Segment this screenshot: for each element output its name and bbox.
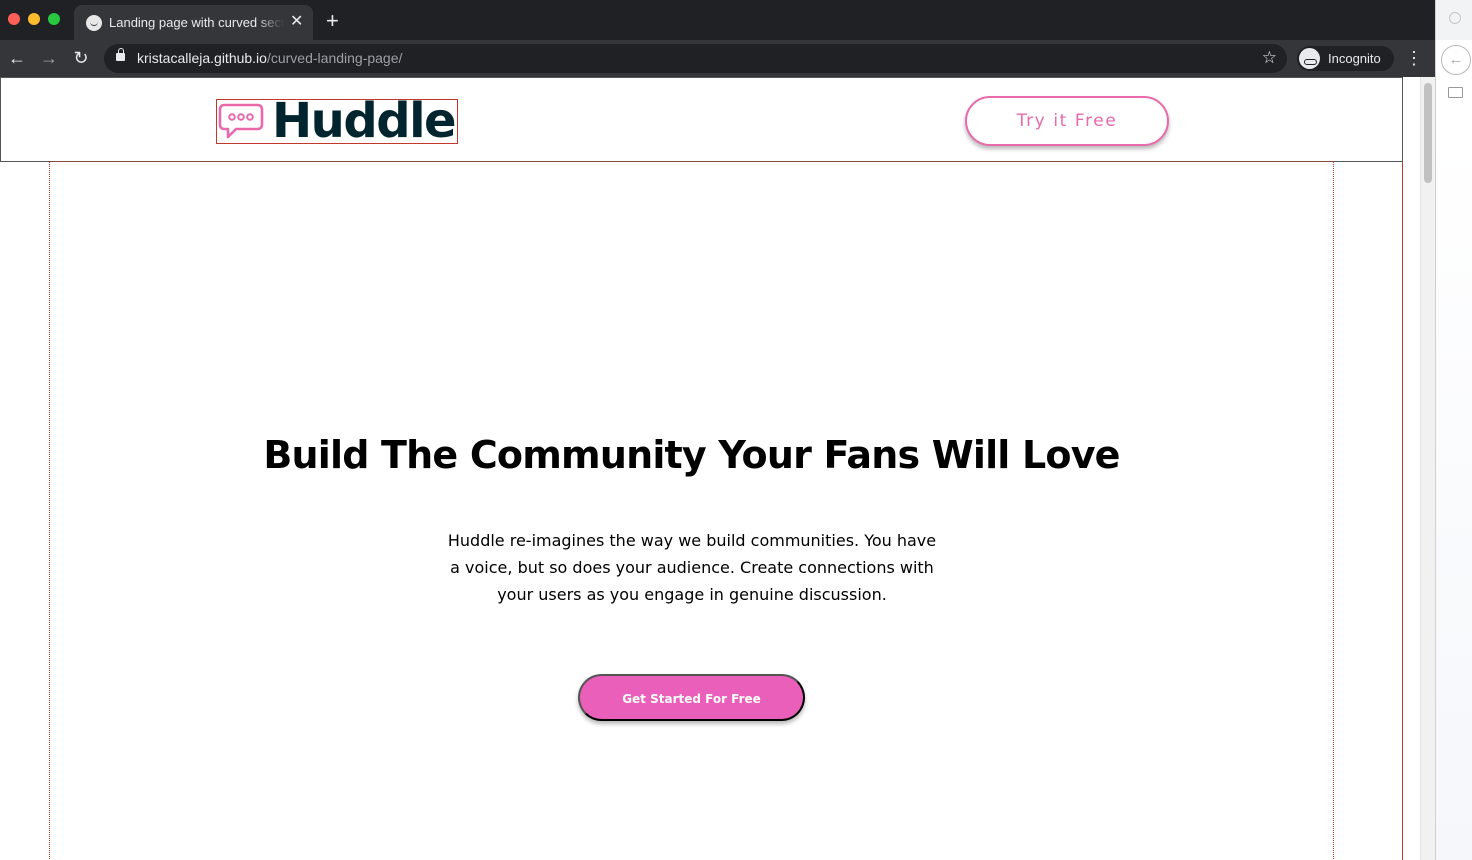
scrollbar-thumb[interactable] bbox=[1424, 83, 1432, 183]
url-text[interactable]: kristacalleja.github.io/curved-landing-p… bbox=[137, 50, 402, 66]
maximize-window-button[interactable] bbox=[48, 13, 60, 25]
try-it-free-button[interactable]: Try it Free bbox=[965, 96, 1169, 146]
side-panel-background bbox=[1436, 130, 1472, 860]
forward-arrow-icon[interactable]: → bbox=[38, 47, 60, 69]
page-viewport: Huddle Try it Free Build The Community Y… bbox=[0, 77, 1420, 860]
page-scrollbar[interactable] bbox=[1420, 77, 1435, 860]
hero-description: Huddle re-imagines the way we build comm… bbox=[447, 531, 937, 604]
side-back-arrow-icon[interactable]: ← bbox=[1441, 45, 1471, 75]
speech-bubble-logo-icon bbox=[218, 103, 264, 139]
side-panel: ← bbox=[1435, 0, 1472, 860]
incognito-profile-button[interactable]: Incognito bbox=[1297, 46, 1394, 71]
get-started-button[interactable]: Get Started For Free bbox=[578, 674, 805, 721]
brand-name: Huddle bbox=[272, 93, 457, 149]
browser-toolbar: ← → ↻ kristacalleja.github.io/curved-lan… bbox=[0, 40, 1435, 77]
tab-close-icon[interactable]: ✕ bbox=[290, 13, 303, 31]
hero-title: Build The Community Your Fans Will Love bbox=[263, 433, 1120, 477]
bookmark-star-icon[interactable]: ☆ bbox=[1262, 48, 1277, 68]
huddle-logo[interactable]: Huddle bbox=[216, 95, 458, 147]
address-bar[interactable]: kristacalleja.github.io/curved-landing-p… bbox=[104, 44, 1287, 73]
url-domain: kristacalleja.github.io bbox=[137, 50, 267, 66]
side-panel-titlebar bbox=[1436, 0, 1472, 40]
tab-title: Landing page with curved sections bbox=[109, 15, 284, 33]
hero-section: Build The Community Your Fans Will Love … bbox=[49, 161, 1334, 860]
close-window-button[interactable] bbox=[8, 13, 20, 25]
url-path: /curved-landing-page/ bbox=[266, 50, 403, 66]
browser-tab-active[interactable]: Landing page with curved sections ✕ bbox=[74, 5, 313, 40]
menu-dots-icon[interactable]: ⋮ bbox=[1405, 47, 1423, 69]
new-tab-button[interactable]: + bbox=[326, 10, 339, 32]
side-panel-dot[interactable] bbox=[1449, 12, 1461, 24]
site-header: Huddle Try it Free bbox=[0, 77, 1403, 162]
reload-icon[interactable]: ↻ bbox=[70, 47, 92, 69]
folder-icon[interactable] bbox=[1448, 87, 1463, 98]
minimize-window-button[interactable] bbox=[28, 13, 40, 25]
lock-icon[interactable] bbox=[116, 48, 125, 61]
incognito-label: Incognito bbox=[1328, 51, 1381, 66]
incognito-icon bbox=[1299, 48, 1320, 69]
browser-tab-bar: Landing page with curved sections ✕ + bbox=[0, 0, 1435, 40]
favicon-icon bbox=[86, 15, 102, 31]
back-arrow-icon[interactable]: ← bbox=[6, 47, 28, 69]
